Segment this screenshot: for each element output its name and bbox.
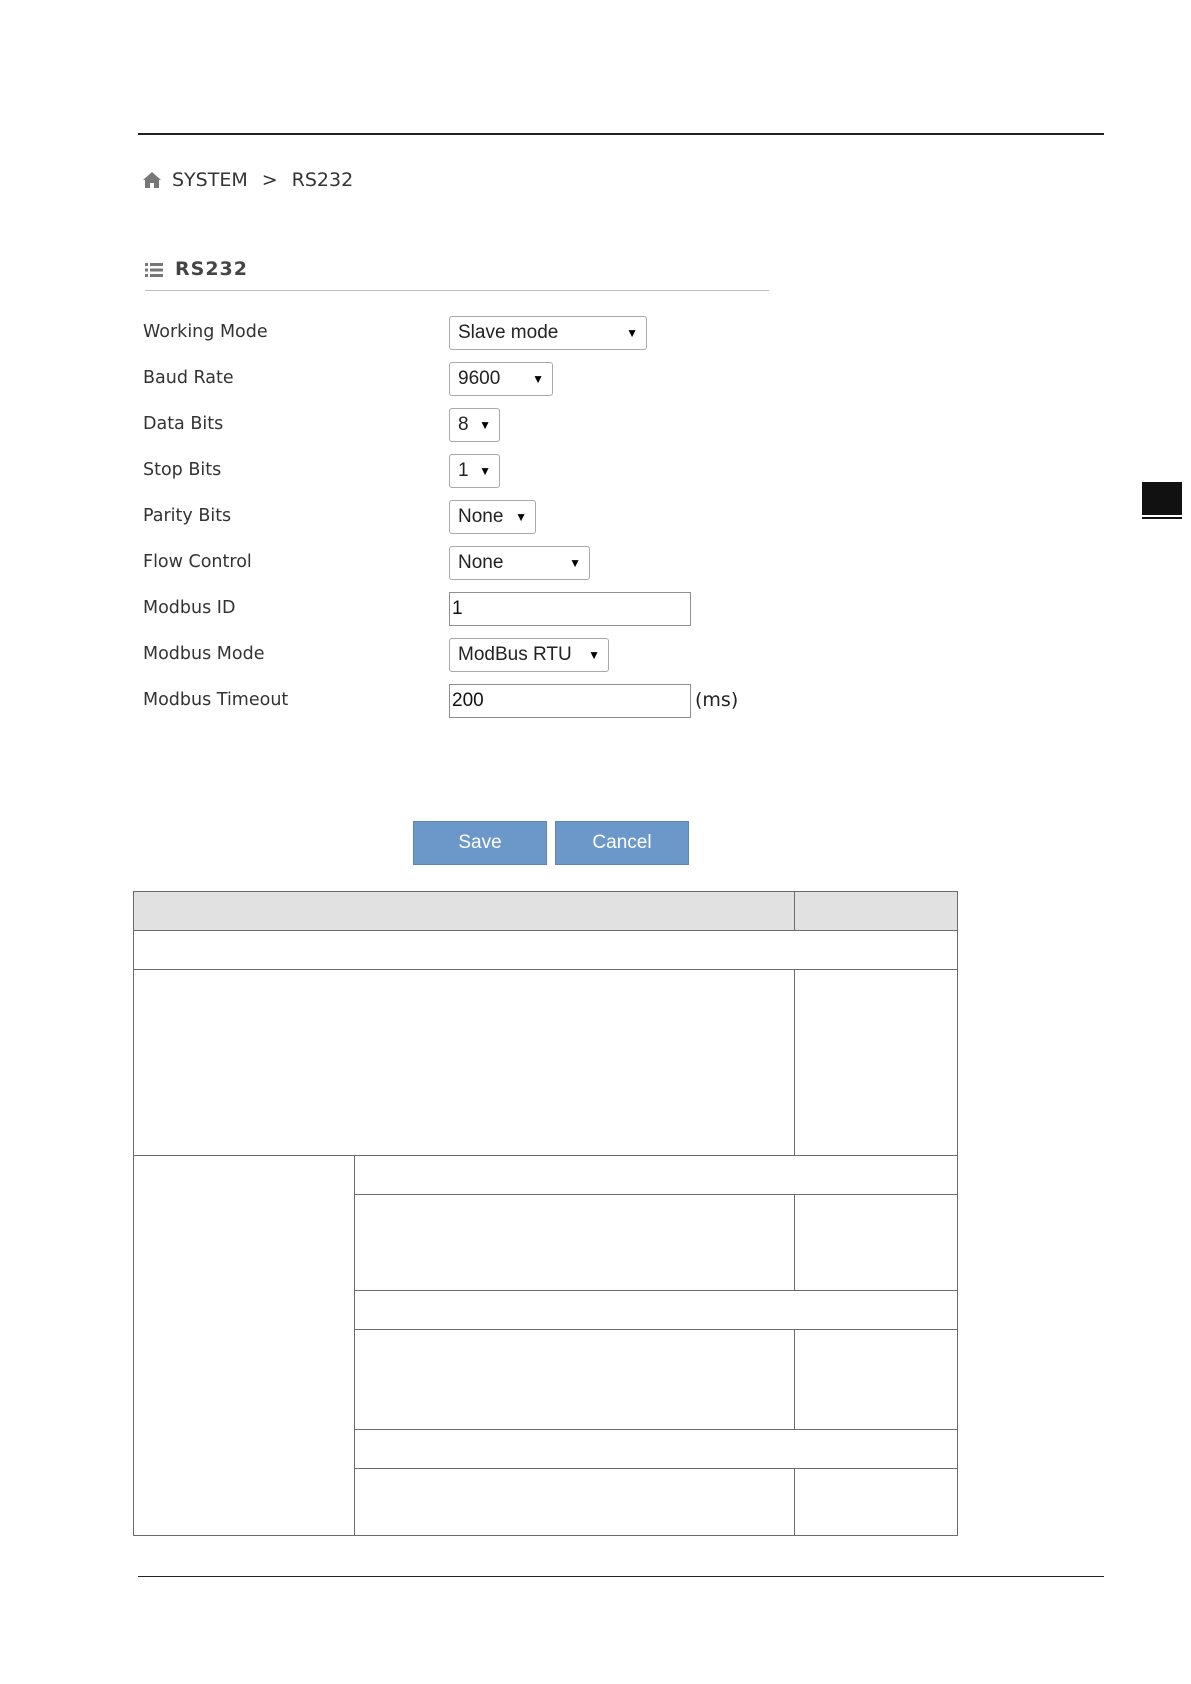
working-mode-value: Slave mode <box>458 322 559 343</box>
breadcrumb-separator: > <box>261 169 278 191</box>
table-subsection-row <box>354 1155 958 1195</box>
cancel-button[interactable]: Cancel <box>555 821 689 865</box>
side-tab-marker <box>1142 482 1182 515</box>
table-section-row <box>133 930 958 970</box>
modbus-timeout-input[interactable]: 200 <box>449 684 691 718</box>
table-subsection-row <box>354 1429 958 1469</box>
modbus-mode-select[interactable]: ModBus RTU ▼ <box>449 638 609 672</box>
parity-bits-row: Parity Bits None ▼ <box>143 500 763 536</box>
table-cell <box>354 1329 795 1430</box>
table-cell <box>354 1468 795 1536</box>
home-icon[interactable] <box>142 170 162 190</box>
flow-control-select[interactable]: None ▼ <box>449 546 590 580</box>
caret-down-icon: ▼ <box>479 418 491 432</box>
stop-bits-label: Stop Bits <box>143 460 222 480</box>
side-tab-underline <box>1142 517 1182 519</box>
baud-rate-select[interactable]: 9600 ▼ <box>449 362 553 396</box>
table-header-cell <box>133 891 795 931</box>
caret-down-icon: ▼ <box>515 510 527 524</box>
modbus-mode-value: ModBus RTU <box>458 644 572 665</box>
breadcrumb-item-system[interactable]: SYSTEM <box>172 169 248 191</box>
modbus-timeout-label: Modbus Timeout <box>143 690 289 710</box>
baud-rate-row: Baud Rate 9600 ▼ <box>143 362 763 398</box>
flow-control-value: None <box>458 552 504 573</box>
baud-rate-label: Baud Rate <box>143 368 234 388</box>
flow-control-row: Flow Control None ▼ <box>143 546 763 582</box>
modbus-id-row: Modbus ID 1 <box>143 592 763 628</box>
modbus-timeout-unit: (ms) <box>695 689 739 711</box>
flow-control-label: Flow Control <box>143 552 252 572</box>
caret-down-icon: ▼ <box>532 372 544 386</box>
table-subsection-row <box>354 1290 958 1330</box>
modbus-timeout-row: Modbus Timeout 200 (ms) <box>143 684 763 720</box>
list-icon <box>145 262 163 278</box>
caret-down-icon: ▼ <box>626 326 638 340</box>
caret-down-icon: ▼ <box>479 464 491 478</box>
parity-bits-value: None <box>458 506 504 527</box>
table-cell <box>794 1329 958 1430</box>
data-bits-value: 8 <box>458 414 469 435</box>
table-group-cell <box>133 1155 355 1536</box>
stop-bits-value: 1 <box>458 460 469 481</box>
table-cell <box>794 1468 958 1536</box>
modbus-mode-row: Modbus Mode ModBus RTU ▼ <box>143 638 763 674</box>
working-mode-row: Working Mode Slave mode ▼ <box>143 316 763 352</box>
working-mode-select[interactable]: Slave mode ▼ <box>449 316 647 350</box>
modbus-mode-label: Modbus Mode <box>143 644 265 664</box>
page-footer-rule <box>138 1576 1104 1577</box>
modbus-id-input[interactable]: 1 <box>449 592 691 626</box>
baud-rate-value: 9600 <box>458 368 501 389</box>
parity-bits-select[interactable]: None ▼ <box>449 500 536 534</box>
page-header-rule <box>138 133 1104 135</box>
stop-bits-row: Stop Bits 1 ▼ <box>143 454 763 490</box>
panel-title: RS232 <box>175 258 248 280</box>
table-cell <box>794 969 958 1156</box>
data-bits-select[interactable]: 8 ▼ <box>449 408 500 442</box>
table-cell <box>133 969 795 1156</box>
data-bits-label: Data Bits <box>143 414 224 434</box>
working-mode-label: Working Mode <box>143 322 268 342</box>
breadcrumb: SYSTEM > RS232 <box>142 166 353 194</box>
caret-down-icon: ▼ <box>588 648 600 662</box>
table-cell <box>354 1194 795 1291</box>
panel-header: RS232 <box>145 258 769 291</box>
data-bits-row: Data Bits 8 ▼ <box>143 408 763 444</box>
table-header-cell <box>794 891 958 931</box>
parity-bits-label: Parity Bits <box>143 506 232 526</box>
caret-down-icon: ▼ <box>569 556 581 570</box>
modbus-id-label: Modbus ID <box>143 598 236 618</box>
stop-bits-select[interactable]: 1 ▼ <box>449 454 500 488</box>
breadcrumb-item-rs232: RS232 <box>291 169 354 191</box>
table-cell <box>794 1194 958 1291</box>
save-button[interactable]: Save <box>413 821 547 865</box>
